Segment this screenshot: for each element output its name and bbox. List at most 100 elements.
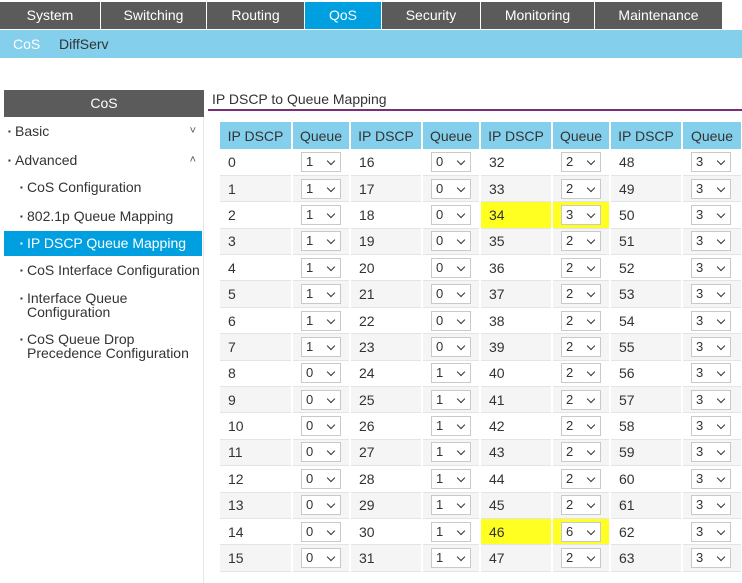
- sidebar-header: CoS: [4, 90, 204, 117]
- queue-select[interactable]: 3: [691, 363, 731, 384]
- sidebar-item-ip-dscp-queue-mapping[interactable]: ▪ IP DSCP Queue Mapping: [4, 231, 202, 256]
- queue-cell: 3: [682, 228, 742, 256]
- ip-dscp-cell: 50: [610, 201, 683, 229]
- queue-select[interactable]: 3: [691, 495, 731, 516]
- nav-tab-routing[interactable]: Routing: [207, 2, 304, 29]
- sidebar-item-cos-interface-configuration[interactable]: ▪ CoS Interface Configuration: [4, 263, 202, 279]
- queue-select[interactable]: 3: [691, 257, 731, 278]
- queue-select[interactable]: 1: [301, 151, 341, 172]
- queue-select[interactable]: 2: [561, 231, 601, 252]
- sidebar-item-cos-configuration[interactable]: ▪ CoS Configuration: [4, 180, 202, 196]
- queue-select[interactable]: 1: [301, 336, 341, 357]
- queue-select[interactable]: 1: [431, 363, 471, 384]
- nav-tab-monitoring[interactable]: Monitoring: [481, 2, 594, 29]
- queue-select[interactable]: 2: [561, 257, 601, 278]
- queue-select[interactable]: 2: [561, 442, 601, 463]
- queue-select[interactable]: 0: [431, 178, 471, 199]
- queue-select[interactable]: 2: [561, 495, 601, 516]
- queue-select[interactable]: 3: [691, 442, 731, 463]
- queue-select[interactable]: 1: [431, 416, 471, 437]
- queue-select[interactable]: 1: [431, 495, 471, 516]
- ip-dscp-cell: 51: [610, 228, 683, 256]
- queue-cell: 6: [552, 518, 611, 546]
- bullet-icon: ▪: [20, 266, 23, 275]
- queue-select[interactable]: 0: [431, 310, 471, 331]
- ip-dscp-cell: 1: [220, 175, 293, 203]
- queue-select[interactable]: 1: [301, 231, 341, 252]
- queue-select[interactable]: 2: [561, 310, 601, 331]
- queue-select[interactable]: 3: [691, 416, 731, 437]
- queue-select[interactable]: 2: [561, 416, 601, 437]
- queue-select[interactable]: 3: [691, 178, 731, 199]
- queue-select[interactable]: 0: [431, 231, 471, 252]
- queue-select[interactable]: 0: [301, 416, 341, 437]
- queue-select[interactable]: 0: [301, 548, 341, 569]
- ip-dscp-cell: 14: [220, 518, 293, 546]
- sidebar-item-advanced[interactable]: ▪ Advanced ˄: [4, 153, 202, 169]
- queue-cell: 0: [422, 280, 481, 308]
- queue-select[interactable]: 3: [691, 521, 731, 542]
- nav-tab-system[interactable]: System: [0, 2, 100, 29]
- queue-select[interactable]: 0: [431, 151, 471, 172]
- queue-select[interactable]: 2: [561, 468, 601, 489]
- queue-select[interactable]: 3: [691, 204, 731, 225]
- queue-select[interactable]: 2: [561, 178, 601, 199]
- queue-select[interactable]: 1: [431, 468, 471, 489]
- queue-select[interactable]: 1: [301, 178, 341, 199]
- queue-select[interactable]: 1: [301, 310, 341, 331]
- chevron-down-icon[interactable]: ˅: [190, 124, 196, 138]
- queue-select[interactable]: 0: [431, 204, 471, 225]
- queue-select[interactable]: 1: [431, 389, 471, 410]
- queue-select[interactable]: 0: [431, 284, 471, 305]
- subnav-tab-cos[interactable]: CoS: [13, 30, 40, 58]
- queue-cell: 2: [552, 333, 611, 361]
- queue-select[interactable]: 1: [431, 442, 471, 463]
- queue-cell: 0: [292, 386, 351, 414]
- queue-select[interactable]: 3: [691, 310, 731, 331]
- queue-select[interactable]: 2: [561, 548, 601, 569]
- queue-select[interactable]: 0: [431, 257, 471, 278]
- queue-select[interactable]: 3: [691, 231, 731, 252]
- queue-cell: 3: [682, 201, 742, 229]
- queue-select[interactable]: 0: [431, 336, 471, 357]
- queue-select[interactable]: 3: [691, 548, 731, 569]
- queue-select[interactable]: 0: [301, 521, 341, 542]
- sidebar-item-basic[interactable]: ▪ Basic ˅: [4, 124, 202, 140]
- ip-dscp-cell: 59: [610, 439, 683, 467]
- queue-select[interactable]: 2: [561, 389, 601, 410]
- queue-select[interactable]: 2: [561, 336, 601, 357]
- queue-select[interactable]: 0: [301, 442, 341, 463]
- queue-select[interactable]: 1: [301, 284, 341, 305]
- queue-select[interactable]: 1: [301, 204, 341, 225]
- sidebar-item-802-1p-queue-mapping[interactable]: ▪ 802.1p Queue Mapping: [4, 209, 202, 225]
- ip-dscp-cell: 44: [480, 465, 553, 493]
- queue-select[interactable]: 3: [691, 336, 731, 357]
- queue-select[interactable]: 2: [561, 284, 601, 305]
- sidebar-item-cos-queue-drop-precedence-configuration[interactable]: ▪ CoS Queue Drop Precedence Configuration: [4, 332, 202, 362]
- queue-select[interactable]: 0: [301, 468, 341, 489]
- queue-select[interactable]: 0: [301, 363, 341, 384]
- queue-select[interactable]: 3: [691, 389, 731, 410]
- nav-tab-maintenance[interactable]: Maintenance: [595, 2, 722, 29]
- queue-select[interactable]: 3: [691, 468, 731, 489]
- queue-select[interactable]: 1: [431, 548, 471, 569]
- queue-select[interactable]: 3: [561, 204, 601, 225]
- queue-select[interactable]: 2: [561, 151, 601, 172]
- ip-dscp-cell: 49: [610, 175, 683, 203]
- queue-select[interactable]: 3: [691, 284, 731, 305]
- queue-cell: 0: [292, 360, 351, 388]
- queue-cell: 0: [422, 175, 481, 203]
- chevron-up-icon[interactable]: ˄: [190, 153, 196, 167]
- nav-tab-qos[interactable]: QoS: [305, 2, 381, 29]
- sidebar-item-interface-queue-configuration[interactable]: ▪ Interface Queue Configuration: [4, 291, 202, 321]
- queue-select[interactable]: 0: [301, 495, 341, 516]
- nav-tab-switching[interactable]: Switching: [101, 2, 206, 29]
- queue-select[interactable]: 2: [561, 363, 601, 384]
- nav-tab-security[interactable]: Security: [382, 2, 480, 29]
- queue-select[interactable]: 1: [431, 521, 471, 542]
- queue-select[interactable]: 1: [301, 257, 341, 278]
- queue-select[interactable]: 3: [691, 151, 731, 172]
- queue-select[interactable]: 0: [301, 389, 341, 410]
- subnav-tab-diffserv[interactable]: DiffServ: [59, 30, 109, 58]
- queue-select[interactable]: 6: [561, 521, 601, 542]
